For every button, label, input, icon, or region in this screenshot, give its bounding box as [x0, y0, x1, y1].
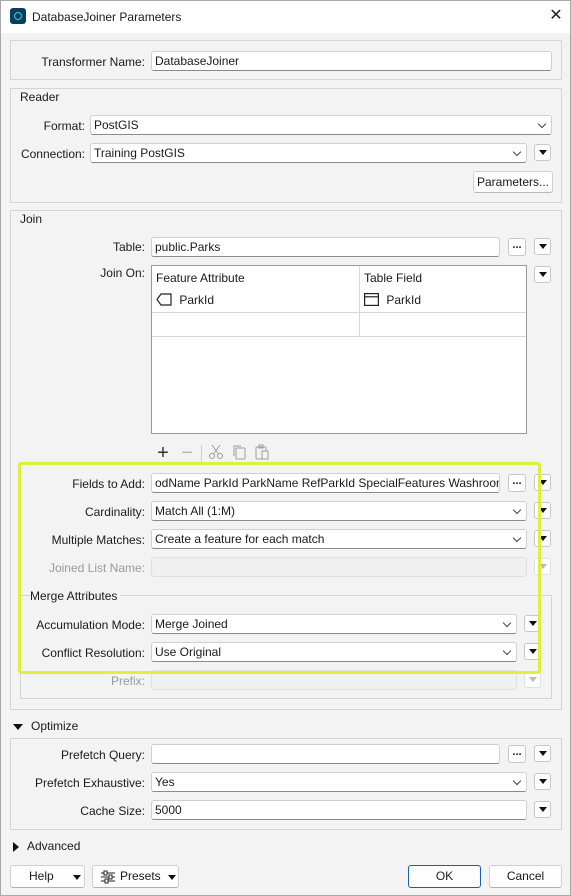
cache-size-options-arrow[interactable]: [534, 801, 551, 818]
accumulation-mode-select[interactable]: Merge Joined: [151, 614, 517, 634]
cache-size-label: Cache Size:: [80, 804, 145, 818]
join-on-label: Join On:: [100, 266, 145, 280]
prefetch-query-browse-button[interactable]: ...: [508, 745, 526, 763]
paste-icon[interactable]: [253, 444, 271, 462]
joined-list-name-label: Joined List Name:: [48, 561, 145, 575]
fields-to-add-label: Fields to Add:: [72, 477, 145, 491]
format-select[interactable]: PostGIS: [90, 115, 552, 135]
transformer-name-label: Transformer Name:: [41, 55, 145, 69]
prefetch-exhaustive-select[interactable]: Yes: [151, 772, 527, 792]
presets-sliders-icon: [101, 870, 115, 884]
cardinality-options-arrow[interactable]: [534, 502, 551, 519]
expand-right-icon: [13, 841, 19, 852]
advanced-header: Advanced: [27, 839, 81, 853]
presets-button-label: Presets: [120, 869, 161, 883]
conflict-resolution-options-arrow[interactable]: [524, 643, 541, 660]
cache-size-input[interactable]: 5000: [151, 800, 527, 820]
prefix-label: Prefix:: [110, 674, 145, 688]
connection-label: Connection:: [20, 147, 85, 161]
joined-list-name-input[interactable]: [151, 557, 527, 577]
ok-button[interactable]: OK: [408, 865, 481, 888]
cardinality-label: Cardinality:: [84, 505, 145, 519]
conflict-resolution-label: Conflict Resolution:: [41, 646, 145, 660]
connection-options-arrow[interactable]: [534, 144, 551, 161]
presets-dropdown-icon: [168, 875, 176, 880]
join-on-table: Feature Attribute Table Field ParkId Par…: [151, 265, 527, 434]
copy-icon[interactable]: [230, 444, 248, 462]
advanced-section-toggle[interactable]: Advanced: [13, 839, 80, 853]
fields-to-add-browse-button[interactable]: ...: [508, 474, 526, 492]
connection-select[interactable]: Training PostGIS: [90, 143, 527, 163]
cancel-button[interactable]: Cancel: [489, 865, 562, 888]
fields-to-add-options-arrow[interactable]: [534, 474, 551, 491]
cardinality-select[interactable]: Match All (1:M): [151, 501, 527, 521]
multiple-matches-select[interactable]: Create a feature for each match: [151, 529, 527, 549]
help-dropdown-icon: [73, 875, 81, 880]
window-title: DatabaseJoiner Parameters: [32, 10, 182, 24]
help-button-label: Help: [29, 869, 54, 883]
table-field-cell: ParkId: [386, 293, 422, 307]
column-divider: [359, 266, 360, 336]
conflict-resolution-select[interactable]: Use Original: [151, 642, 517, 662]
prefetch-query-label: Prefetch Query:: [60, 748, 145, 762]
toolbar-divider: [201, 445, 202, 462]
row-divider: [152, 312, 526, 313]
prefix-options-arrow[interactable]: [524, 671, 541, 688]
table-row[interactable]: ParkId: [156, 293, 214, 307]
table-row[interactable]: ParkId: [364, 293, 421, 307]
fields-to-add-input[interactable]: odName ParkId ParkName RefParkId Special…: [151, 473, 500, 493]
column-header-feature-attribute: Feature Attribute: [156, 271, 245, 285]
format-label: Format:: [43, 119, 85, 133]
title-bar: DatabaseJoiner Parameters ✕: [1, 1, 570, 33]
close-button[interactable]: ✕: [547, 7, 565, 25]
table-browse-button[interactable]: ...: [508, 238, 526, 256]
accumulation-mode-label: Accumulation Mode:: [36, 618, 145, 632]
optimize-header: Optimize: [31, 719, 79, 733]
accumulation-mode-options-arrow[interactable]: [524, 615, 541, 632]
optimize-section-toggle[interactable]: Optimize: [13, 719, 78, 733]
presets-button[interactable]: Presets: [92, 865, 179, 888]
expand-down-icon: [13, 723, 23, 730]
joined-list-name-options-arrow[interactable]: [534, 558, 551, 575]
join-on-options-arrow[interactable]: [534, 266, 551, 283]
cut-icon[interactable]: [207, 444, 225, 462]
attribute-tag-icon: [156, 293, 172, 306]
table-options-arrow[interactable]: [534, 238, 551, 255]
help-button[interactable]: Help: [10, 865, 85, 888]
prefetch-query-input[interactable]: [151, 744, 500, 764]
table-input[interactable]: public.Parks: [151, 237, 500, 257]
parameters-button[interactable]: Parameters...: [473, 171, 553, 193]
prefetch-exhaustive-label: Prefetch Exhaustive:: [34, 776, 145, 790]
prefix-input[interactable]: [151, 670, 517, 690]
fme-app-icon: [10, 8, 26, 24]
prefetch-query-options-arrow[interactable]: [534, 745, 551, 762]
join-group-label: Join: [20, 212, 43, 226]
table-field-icon: [364, 293, 380, 307]
table-label: Table:: [112, 240, 145, 254]
add-row-icon[interactable]: +: [154, 443, 172, 463]
merge-attributes-group-label: Merge Attributes: [30, 589, 121, 603]
multiple-matches-options-arrow[interactable]: [534, 530, 551, 547]
reader-group-label: Reader: [20, 90, 60, 104]
row-divider: [152, 336, 526, 337]
prefetch-exhaustive-options-arrow[interactable]: [534, 773, 551, 790]
column-header-table-field: Table Field: [364, 271, 423, 285]
dialog-window: DatabaseJoiner Parameters ✕ Transformer …: [0, 0, 571, 896]
multiple-matches-label: Multiple Matches:: [51, 533, 145, 547]
transformer-name-input[interactable]: DatabaseJoiner: [151, 51, 552, 71]
remove-row-icon[interactable]: −: [178, 443, 196, 463]
feature-attribute-cell: ParkId: [179, 293, 215, 307]
